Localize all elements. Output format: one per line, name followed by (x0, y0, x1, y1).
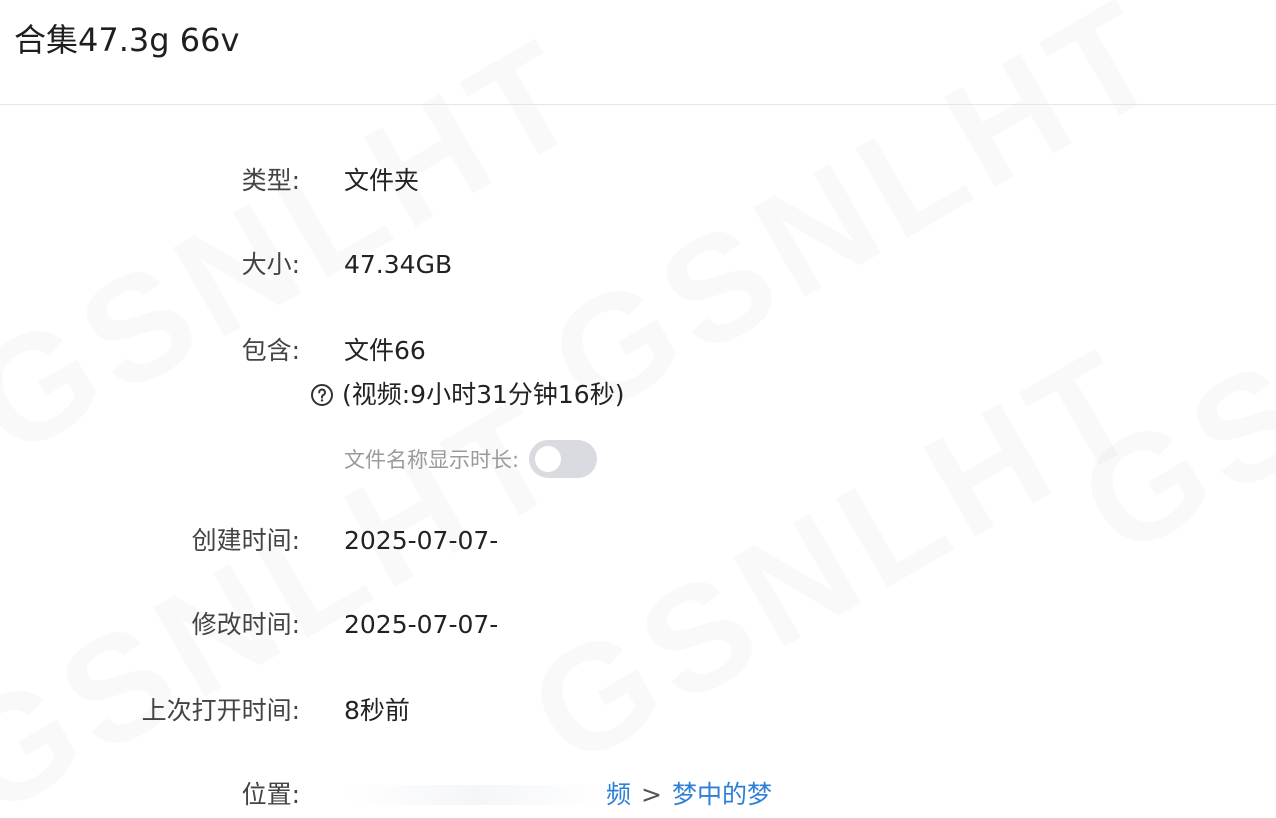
modified-value: 2025-07-07- (344, 610, 499, 639)
header: 合集47.3g 66v (0, 0, 1276, 105)
location-breadcrumb: 频 > 梦中的梦 (344, 778, 772, 812)
video-duration-text: (视频:9小时31分钟16秒) (342, 380, 625, 409)
size-value: 47.34GB (344, 250, 453, 279)
contains-value: 文件66 (344, 336, 426, 365)
video-duration-line: (视频:9小时31分钟16秒) (310, 378, 624, 412)
size-label: 大小: (241, 250, 300, 279)
type-value: 文件夹 (344, 166, 420, 195)
location-current-link[interactable]: 梦中的梦 (672, 778, 772, 812)
show-duration-setting: 文件名称显示时长: (344, 440, 598, 478)
type-label: 类型: (241, 166, 300, 195)
file-properties-page: GSNLHT GSNLHT GSNLHT GSNLHT GSNLHT 合集47.… (0, 0, 1276, 818)
last-opened-label: 上次打开时间: (141, 696, 300, 725)
modified-label: 修改时间: (191, 610, 300, 639)
breadcrumb-separator: > (641, 780, 662, 809)
created-value: 2025-07-07- (344, 526, 499, 555)
contains-label: 包含: (241, 336, 300, 365)
show-duration-label: 文件名称显示时长: (344, 448, 520, 472)
page-title: 合集47.3g 66v (14, 21, 240, 59)
location-parent-link[interactable]: 频 (606, 778, 631, 812)
show-duration-toggle[interactable] (529, 440, 598, 478)
last-opened-value: 8秒前 (344, 696, 410, 725)
created-label: 创建时间: (191, 526, 300, 555)
location-label: 位置: (241, 780, 300, 809)
question-circle-icon[interactable] (310, 383, 334, 407)
redacted-path (344, 785, 606, 805)
toggle-knob (535, 446, 562, 472)
